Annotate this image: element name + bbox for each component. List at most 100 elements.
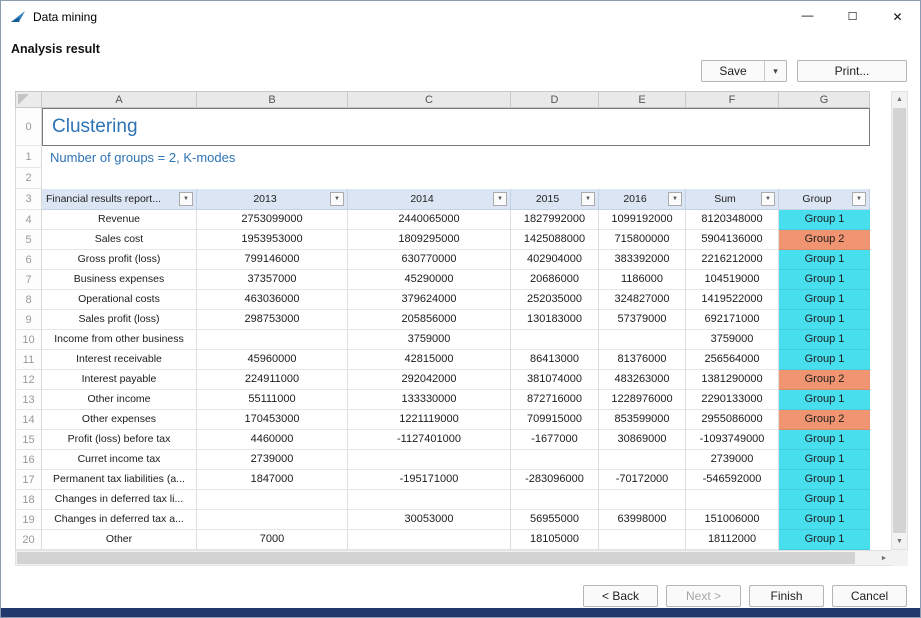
value-cell[interactable]: 381074000 [511,370,599,390]
horizontal-scrollbar[interactable]: ► [15,550,893,566]
group-cell[interactable]: Group 1 [779,530,870,550]
group-cell[interactable]: Group 1 [779,270,870,290]
row-number[interactable]: 8 [15,290,42,310]
filter-dropdown-button[interactable]: ▼ [852,192,866,206]
value-cell[interactable]: 55111000 [197,390,348,410]
value-cell[interactable]: 205856000 [348,310,511,330]
value-cell[interactable] [348,490,511,510]
scroll-right-button[interactable]: ► [876,551,892,565]
value-cell[interactable]: 4460000 [197,430,348,450]
group-cell[interactable]: Group 1 [779,390,870,410]
group-cell[interactable]: Group 2 [779,230,870,250]
value-cell[interactable]: 45290000 [348,270,511,290]
scroll-up-button[interactable]: ▲ [892,92,907,107]
value-cell[interactable]: 1953953000 [197,230,348,250]
value-cell[interactable]: 1099192000 [599,210,686,230]
row-number[interactable]: 3 [15,189,42,210]
value-cell[interactable]: 715800000 [599,230,686,250]
next-button[interactable]: Next > [666,585,741,607]
value-cell[interactable]: 42815000 [348,350,511,370]
value-cell[interactable]: 1381290000 [686,370,779,390]
titlebar[interactable]: Data mining — ☐ ✕ [1,1,920,32]
value-cell[interactable]: 2290133000 [686,390,779,410]
value-cell[interactable]: 3759000 [348,330,511,350]
column-header-E[interactable]: E [599,91,686,108]
value-cell[interactable]: 8120348000 [686,210,779,230]
value-cell[interactable]: 298753000 [197,310,348,330]
filter-dropdown-button[interactable]: ▼ [179,192,193,206]
value-cell[interactable]: 709915000 [511,410,599,430]
value-cell[interactable]: -195171000 [348,470,511,490]
group-cell[interactable]: Group 2 [779,370,870,390]
empty-cell[interactable] [42,168,870,189]
group-cell[interactable]: Group 1 [779,310,870,330]
group-cell[interactable]: Group 1 [779,490,870,510]
value-cell[interactable]: 2440065000 [348,210,511,230]
value-cell[interactable]: 1221119000 [348,410,511,430]
column-header-C[interactable]: C [348,91,511,108]
value-cell[interactable]: 630770000 [348,250,511,270]
row-number[interactable]: 16 [15,450,42,470]
row-number[interactable]: 9 [15,310,42,330]
value-cell[interactable]: 45960000 [197,350,348,370]
value-cell[interactable]: 872716000 [511,390,599,410]
value-cell[interactable]: 1827992000 [511,210,599,230]
row-number[interactable]: 2 [15,168,42,189]
value-cell[interactable]: 402904000 [511,250,599,270]
value-cell[interactable] [348,450,511,470]
value-cell[interactable]: 1186000 [599,270,686,290]
value-cell[interactable] [599,490,686,510]
row-number[interactable]: 15 [15,430,42,450]
column-header-B[interactable]: B [197,91,348,108]
value-cell[interactable] [348,530,511,550]
row-number[interactable]: 6 [15,250,42,270]
group-cell[interactable]: Group 1 [779,210,870,230]
value-cell[interactable]: -546592000 [686,470,779,490]
value-cell[interactable]: 1425088000 [511,230,599,250]
value-cell[interactable]: 56955000 [511,510,599,530]
value-cell[interactable]: 2739000 [686,450,779,470]
value-cell[interactable]: 30053000 [348,510,511,530]
value-cell[interactable]: 799146000 [197,250,348,270]
select-all-corner[interactable] [15,91,42,108]
group-cell[interactable]: Group 1 [779,350,870,370]
value-cell[interactable]: 3759000 [686,330,779,350]
print-button[interactable]: Print... [797,60,907,82]
subtitle-cell[interactable]: Number of groups = 2, K-modes [42,146,870,168]
value-cell[interactable]: 18105000 [511,530,599,550]
row-number[interactable]: 20 [15,530,42,550]
value-cell[interactable]: 383392000 [599,250,686,270]
row-number[interactable]: 10 [15,330,42,350]
row-number[interactable]: 19 [15,510,42,530]
row-label-cell[interactable]: Interest receivable [42,350,197,370]
column-header-A[interactable]: A [42,91,197,108]
row-label-cell[interactable]: Permanent tax liabilities (a... [42,470,197,490]
column-header-G[interactable]: G [779,91,870,108]
value-cell[interactable] [686,490,779,510]
minimize-button[interactable]: — [785,1,830,32]
row-label-cell[interactable]: Changes in deferred tax a... [42,510,197,530]
value-cell[interactable]: 853599000 [599,410,686,430]
group-cell[interactable]: Group 1 [779,450,870,470]
value-cell[interactable]: 170453000 [197,410,348,430]
value-cell[interactable] [599,330,686,350]
value-cell[interactable]: 133330000 [348,390,511,410]
value-cell[interactable]: 1847000 [197,470,348,490]
clustering-title-cell[interactable]: Clustering [42,108,870,146]
row-label-cell[interactable]: Sales profit (loss) [42,310,197,330]
row-number[interactable]: 17 [15,470,42,490]
finish-button[interactable]: Finish [749,585,824,607]
row-number[interactable]: 11 [15,350,42,370]
group-cell[interactable]: Group 1 [779,510,870,530]
value-cell[interactable] [599,530,686,550]
value-cell[interactable] [599,450,686,470]
row-label-cell[interactable]: Curret income tax [42,450,197,470]
save-button[interactable]: Save [702,61,764,81]
vertical-scrollbar[interactable]: ▲ ▼ [891,91,908,550]
filter-dropdown-button[interactable]: ▼ [493,192,507,206]
group-cell[interactable]: Group 2 [779,410,870,430]
value-cell[interactable]: 18112000 [686,530,779,550]
row-label-cell[interactable]: Gross profit (loss) [42,250,197,270]
row-number[interactable]: 14 [15,410,42,430]
filter-dropdown-button[interactable]: ▼ [581,192,595,206]
